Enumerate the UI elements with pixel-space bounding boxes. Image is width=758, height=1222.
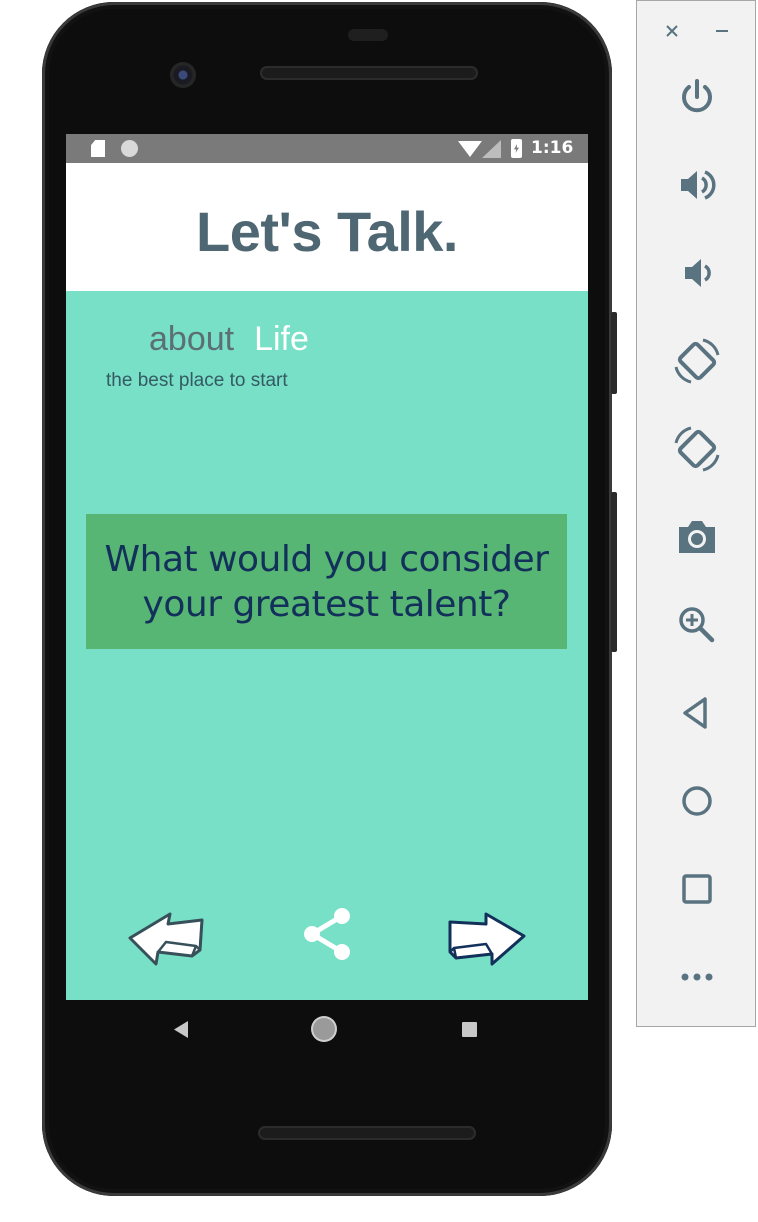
volume-up-button[interactable] [667, 155, 727, 215]
emulator-toolbar [636, 0, 756, 1027]
phone-screen: 1:16 Let's Talk. about Life the best plac… [66, 134, 588, 1000]
zoom-button[interactable] [667, 595, 727, 655]
bottom-speaker [258, 1126, 476, 1140]
battery-icon [511, 139, 522, 158]
next-arrow-icon [448, 912, 526, 966]
status-time: 1:16 [531, 138, 574, 158]
app-header: Let's Talk. [66, 163, 588, 291]
question-text: What would you consider your greatest ta… [104, 538, 549, 625]
volume-hardware-button [611, 492, 617, 652]
next-question-button[interactable] [446, 912, 528, 970]
topic-line: about Life [149, 320, 309, 359]
app-title: Let's Talk. [196, 200, 458, 263]
back-button[interactable] [667, 683, 727, 743]
minimize-button[interactable] [707, 17, 737, 45]
topic-value: Life [254, 320, 309, 358]
camera-icon [679, 521, 715, 553]
rotate-right-icon [674, 426, 720, 472]
notification-dot-icon [121, 140, 138, 157]
topic-subtitle: the best place to start [106, 370, 288, 391]
share-button[interactable] [300, 906, 356, 962]
close-icon [666, 25, 678, 37]
power-button[interactable] [667, 67, 727, 127]
sd-card-icon [91, 140, 105, 157]
power-icon [682, 79, 712, 113]
volume-down-button[interactable] [667, 243, 727, 303]
rotate-right-button[interactable] [667, 419, 727, 479]
more-button[interactable] [667, 947, 727, 1007]
signal-icon [482, 140, 501, 158]
close-button[interactable] [657, 17, 687, 45]
previous-question-button[interactable] [126, 912, 206, 970]
back-icon [683, 697, 707, 729]
rotate-left-button[interactable] [667, 331, 727, 391]
system-recents-button[interactable] [462, 1022, 477, 1037]
status-bar: 1:16 [66, 134, 588, 163]
minimize-icon [716, 30, 728, 32]
screenshot-button[interactable] [667, 507, 727, 567]
volume-up-icon [681, 170, 716, 200]
back-arrow-icon [128, 912, 204, 966]
top-speaker [260, 66, 478, 80]
home-button[interactable] [667, 771, 727, 831]
front-camera [170, 62, 196, 88]
share-icon [304, 908, 350, 960]
wifi-icon [458, 141, 482, 157]
system-home-button[interactable] [313, 1018, 335, 1040]
question-card: What would you consider your greatest ta… [86, 514, 567, 649]
more-icon [681, 973, 713, 981]
zoom-icon [679, 607, 715, 643]
overview-button[interactable] [667, 859, 727, 919]
power-hardware-button [611, 312, 617, 394]
volume-down-icon [685, 259, 711, 287]
rotate-left-icon [674, 338, 720, 384]
topic-prefix: about [149, 320, 235, 358]
overview-icon [682, 874, 712, 904]
home-icon [682, 786, 712, 816]
earpiece [348, 29, 388, 41]
